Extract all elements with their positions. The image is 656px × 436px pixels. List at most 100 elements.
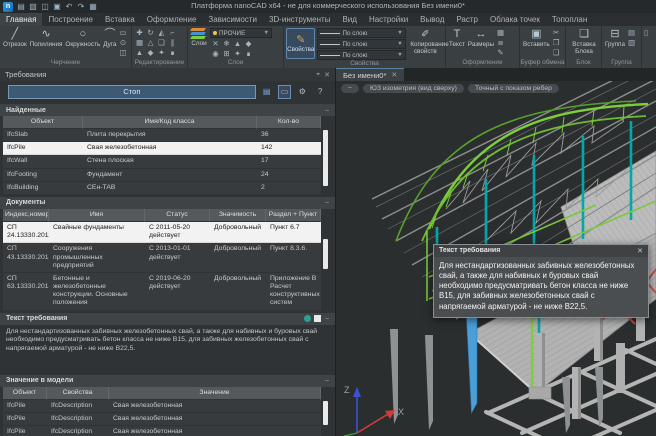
- column-header[interactable]: Объект: [3, 387, 47, 400]
- tool-icon[interactable]: ◭: [156, 28, 167, 38]
- new-file-icon[interactable]: ▤: [16, 2, 26, 12]
- frame-select-icon[interactable]: ▭: [278, 85, 292, 99]
- scrollbar[interactable]: [322, 128, 329, 195]
- collapse-icon[interactable]: –: [325, 107, 329, 114]
- column-header[interactable]: Статус: [145, 209, 210, 222]
- line-button[interactable]: ╱ Отрезок: [2, 28, 28, 49]
- viewport-control[interactable]: Точный с показом ребер: [468, 84, 559, 93]
- Стена плоская[interactable]: IfcWall Стена плоская 17: [3, 155, 329, 168]
- ribbon-tab[interactable]: Вид: [336, 13, 362, 26]
- tool-icon[interactable]: ✕: [210, 39, 221, 49]
- ribbon-tab[interactable]: 3D-инструменты: [263, 13, 337, 26]
- column-header[interactable]: Объект: [3, 116, 83, 129]
- tool-icon[interactable]: ❄: [221, 39, 232, 49]
- scrollbar[interactable]: [322, 399, 329, 436]
- Свайные фундаменты[interactable]: СП 24.13330.2011 Свайные фундаменты С 20…: [3, 222, 329, 243]
- tool-icon[interactable]: ⊞: [221, 49, 232, 59]
- close-tab-icon[interactable]: ✕: [391, 71, 397, 79]
- pin-icon[interactable]: ⌖: [316, 71, 320, 79]
- tool-icon[interactable]: ⊙: [119, 38, 126, 48]
- ribbon-tab[interactable]: Главная: [0, 13, 42, 26]
- tool-icon[interactable]: ▲: [232, 39, 243, 49]
- tool-icon[interactable]: ✚: [134, 28, 145, 38]
- document-tab[interactable]: Без имени0* ✕: [336, 68, 404, 81]
- column-header[interactable]: Значение: [109, 387, 321, 400]
- ribbon-tab[interactable]: Вывод: [414, 13, 450, 26]
- СЕн-ТАВ[interactable]: IfcBuilding СЕн-ТАВ 2: [3, 182, 329, 195]
- tool-icon[interactable]: ▲: [134, 48, 145, 58]
- tool-icon[interactable]: ◫: [119, 48, 126, 58]
- circle-button[interactable]: ○ Окружность: [64, 28, 101, 49]
- collapse-icon[interactable]: –: [325, 199, 329, 206]
- tool-icon[interactable]: ❐: [553, 38, 560, 48]
- drawing-area[interactable]: Z X Без имени0* ✕ −ЮЗ изометрия (вид све…: [336, 68, 656, 436]
- collapse-icon[interactable]: –: [325, 377, 329, 384]
- bylayer-select[interactable]: По слою ▼: [317, 50, 405, 60]
- viewport-control[interactable]: −: [341, 84, 359, 93]
- section-found[interactable]: Найденные–: [0, 104, 335, 116]
- tool-icon[interactable]: ≣: [497, 38, 504, 48]
- tool-icon[interactable]: ✎: [497, 48, 504, 58]
- ribbon-tab[interactable]: Облака точек: [484, 13, 546, 26]
- column-header[interactable]: Имя: [49, 209, 145, 222]
- ribbon-tab[interactable]: Оформление: [141, 13, 203, 26]
- table-row[interactable]: IfcPile IfcDescription Свая железобетонн…: [3, 413, 329, 426]
- tool-icon[interactable]: △: [145, 38, 156, 48]
- tool-icon[interactable]: ◉: [210, 49, 221, 59]
- undo-icon[interactable]: ↶: [64, 2, 74, 12]
- ribbon-tab[interactable]: Вставка: [99, 13, 141, 26]
- insert-block-button[interactable]: ❏ Вставка Блока: [568, 28, 600, 55]
- report-icon[interactable]: ▤: [260, 85, 274, 99]
- Плита перекрытия[interactable]: IfcSlab Плита перекрытия 36: [3, 129, 329, 142]
- gear-icon[interactable]: ⚙: [295, 85, 309, 99]
- ribbon-tab[interactable]: Настройки: [363, 13, 414, 26]
- tool-icon[interactable]: ❏: [553, 48, 560, 58]
- redo-icon[interactable]: ↷: [76, 2, 86, 12]
- section-model-values[interactable]: Значение в модели–: [0, 375, 335, 387]
- save-icon[interactable]: ◫: [40, 2, 50, 12]
- layers-button[interactable]: Слои: [190, 28, 208, 48]
- column-header[interactable]: Кол-во: [257, 116, 321, 129]
- tool-icon[interactable]: ▥: [628, 38, 635, 48]
- table-row[interactable]: IfcPile IfcDescription Свая железобетонн…: [3, 400, 329, 413]
- tool-icon[interactable]: ∎: [167, 48, 178, 58]
- open-folder-icon[interactable]: ▨: [28, 2, 38, 12]
- table-row[interactable]: IfcPile IfcDescription Свая железобетонн…: [3, 426, 329, 436]
- tool-icon[interactable]: ✦: [156, 48, 167, 58]
- ribbon-tab[interactable]: Растр: [450, 13, 484, 26]
- tooltip-header[interactable]: Текст требования ✕: [434, 245, 648, 257]
- ribbon-tab[interactable]: Построение: [42, 13, 99, 26]
- properties-toggle-button[interactable]: ✎ Свойства: [286, 28, 315, 59]
- tool-icon[interactable]: ∥: [167, 38, 178, 48]
- tool-icon[interactable]: ▯: [644, 28, 648, 38]
- close-icon[interactable]: ✕: [637, 247, 643, 255]
- collapse-icon[interactable]: –: [325, 315, 329, 322]
- polyline-button[interactable]: ∿ Полилиния: [29, 28, 64, 49]
- ribbon-tab[interactable]: Топоплан: [546, 13, 593, 26]
- section-documents[interactable]: Документы–: [0, 197, 335, 209]
- scrollbar[interactable]: [322, 221, 329, 311]
- arc-button[interactable]: ⌒ Дуга: [102, 28, 117, 49]
- help-icon[interactable]: ?: [313, 85, 327, 99]
- dimensions-button[interactable]: ↔ Размеры: [467, 28, 495, 49]
- tool-icon[interactable]: ◆: [243, 39, 254, 49]
- tool-icon[interactable]: ↻: [145, 28, 156, 38]
- tool-icon[interactable]: ▭: [119, 28, 126, 38]
- tool-icon[interactable]: ◆: [145, 48, 156, 58]
- viewport-control[interactable]: ЮЗ изометрия (вид сверху): [363, 84, 464, 93]
- tool-icon[interactable]: ▦: [134, 38, 145, 48]
- copy-text-icon[interactable]: [314, 315, 321, 322]
- column-header[interactable]: Значимость: [210, 209, 266, 222]
- section-requirement-text[interactable]: Текст требования –: [0, 313, 335, 325]
- Сооружения промышленных предприятий[interactable]: СП 43.13330.2012 Сооружения промышленных…: [3, 243, 329, 272]
- bylayer-select[interactable]: По слою ▼: [317, 39, 405, 49]
- tool-icon[interactable]: ✂: [553, 28, 560, 38]
- group-button[interactable]: ⊟ Группа: [604, 28, 626, 49]
- tool-icon[interactable]: ⌐: [167, 28, 178, 38]
- globe-icon[interactable]: [304, 315, 311, 322]
- ribbon-tab[interactable]: Зависимости: [202, 13, 263, 26]
- print-icon[interactable]: ▦: [88, 2, 98, 12]
- column-header[interactable]: Свойства: [47, 387, 109, 400]
- Бетонные и железобетонные конструкции. Основные положения[interactable]: СП 63.13330.2018 Бетонные и железобетонн…: [3, 273, 329, 311]
- save-all-icon[interactable]: ▣: [52, 2, 62, 12]
